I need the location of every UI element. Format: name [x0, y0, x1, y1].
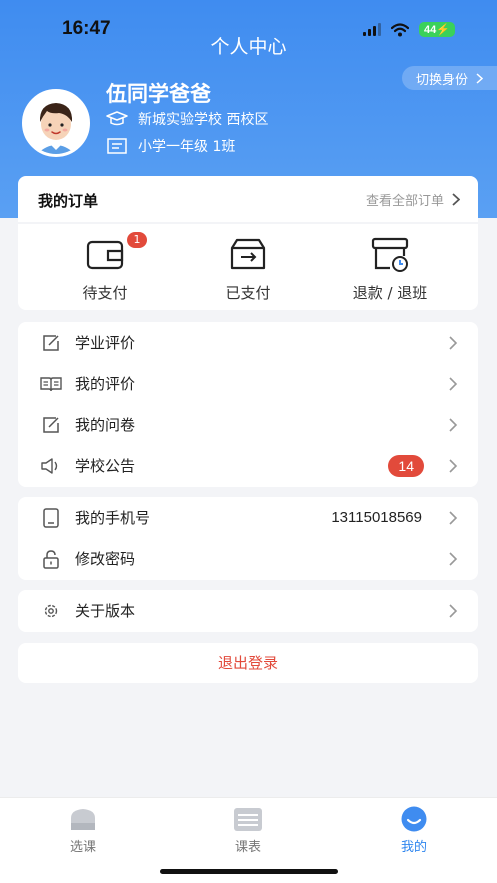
orders-header: 我的订单 查看全部订单 [18, 176, 478, 222]
menu-group-evaluations: 学业评价 我的评价 我的问卷 学校公告 14 [18, 322, 478, 487]
tab-schedule[interactable]: 课表 [208, 806, 288, 855]
school-line: 新城实验学校 西校区 [106, 109, 268, 129]
chevron-right-icon [449, 551, 458, 566]
gear-icon [40, 600, 62, 622]
menu-item-school-announcements[interactable]: 学校公告 14 [18, 445, 478, 486]
menu-item-label: 关于版本 [75, 602, 136, 620]
chevron-right-icon [449, 458, 458, 473]
logout-button[interactable]: 退出登录 [18, 643, 478, 683]
refund-icon [370, 236, 410, 272]
class-card-icon [107, 138, 127, 154]
menu-item-change-password[interactable]: 修改密码 [18, 538, 478, 579]
paid-box-icon [228, 236, 268, 272]
order-pending-payment[interactable]: 1 待支付 [45, 232, 165, 303]
phone-number-value: 13115018569 [331, 509, 422, 526]
tab-mine[interactable]: 我的 [374, 806, 454, 855]
view-all-orders-link[interactable]: 查看全部订单 [366, 190, 460, 209]
menu-item-academic-evaluation[interactable]: 学业评价 [18, 322, 478, 363]
menu-group-about: 关于版本 [18, 590, 478, 632]
home-icon [68, 806, 98, 832]
wallet-icon: 1 [85, 232, 147, 272]
menu-item-label: 学校公告 [75, 457, 136, 475]
chevron-right-icon [449, 417, 458, 432]
lock-icon [40, 548, 62, 570]
pending-count-badge: 1 [127, 232, 147, 248]
menu-item-my-evaluations[interactable]: 我的评价 [18, 363, 478, 404]
page-title: 个人中心 [210, 36, 287, 58]
menu-item-my-surveys[interactable]: 我的问卷 [18, 404, 478, 445]
switch-identity-button[interactable]: 切换身份 [401, 66, 497, 90]
tab-label: 课表 [234, 840, 261, 855]
avatar[interactable] [22, 89, 90, 157]
home-indicator [160, 869, 338, 874]
orders-body: 1 待支付 已支付 退款 / 退班 [18, 224, 478, 310]
chevron-right-icon [449, 510, 458, 525]
menu-item-label: 我的手机号 [75, 509, 151, 527]
order-item-label: 待支付 [82, 284, 128, 302]
schedule-icon [233, 806, 263, 832]
boy-avatar-icon [25, 92, 87, 154]
graduation-cap-icon [106, 111, 128, 126]
view-all-orders-label: 查看全部订单 [365, 194, 444, 209]
switch-identity-label: 切换身份 [415, 72, 468, 88]
menu-item-label: 学业评价 [75, 334, 136, 352]
profile-face-icon [399, 806, 429, 832]
chevron-right-icon [449, 376, 458, 391]
book-icon [40, 373, 62, 395]
edit-icon [40, 332, 62, 354]
chevron-right-icon [449, 335, 458, 350]
menu-item-phone-number[interactable]: 我的手机号 13115018569 [18, 497, 478, 538]
class-line: 小学一年级 1班 [106, 136, 235, 156]
order-item-label: 退款 / 退班 [352, 284, 428, 302]
phone-icon [40, 507, 62, 529]
menu-item-label: 我的问卷 [75, 416, 136, 434]
user-name: 伍同学爸爸 [106, 82, 211, 106]
order-paid[interactable]: 已支付 [188, 236, 308, 303]
chevron-right-icon [476, 72, 483, 84]
menu-item-label: 我的评价 [75, 375, 136, 393]
tab-label: 选课 [69, 840, 96, 855]
speaker-icon [40, 455, 62, 477]
order-refund[interactable]: 退款 / 退班 [330, 236, 450, 303]
edit-icon [40, 414, 62, 436]
announcement-count-badge: 14 [388, 454, 424, 477]
chevron-right-icon [449, 603, 458, 618]
tab-label: 我的 [400, 840, 427, 855]
menu-item-about-version[interactable]: 关于版本 [18, 590, 478, 631]
tab-course-selection[interactable]: 选课 [43, 806, 123, 855]
school-name: 新城实验学校 西校区 [138, 112, 269, 128]
menu-item-label: 修改密码 [75, 550, 136, 568]
menu-group-account: 我的手机号 13115018569 修改密码 [18, 497, 478, 580]
class-name: 小学一年级 1班 [138, 139, 236, 155]
order-item-label: 已支付 [225, 284, 271, 302]
orders-title: 我的订单 [38, 192, 99, 210]
chevron-right-icon [452, 193, 460, 206]
